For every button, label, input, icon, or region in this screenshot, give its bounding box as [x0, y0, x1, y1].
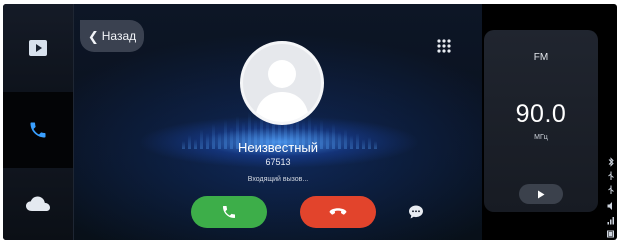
incoming-call-panel: ❮ Назад Неизвестный 67513 Входящий вызов…	[74, 4, 482, 240]
phone-icon	[30, 122, 46, 138]
nav-item-media[interactable]	[3, 4, 73, 92]
chevron-left-icon: ❮	[87, 28, 99, 44]
call-status: Входящий вызов...	[247, 176, 309, 183]
signal-icon	[607, 212, 615, 225]
usb-icon	[607, 168, 615, 180]
media-player-icon	[29, 40, 47, 56]
phone-answer-icon	[223, 206, 235, 218]
decline-call-button[interactable]	[300, 196, 376, 228]
fm-radio-widget[interactable]: FM 90.0 МГц	[484, 30, 598, 212]
radio-frequency-unit: МГц	[534, 134, 548, 141]
nav-item-phone[interactable]	[3, 92, 73, 168]
nav-item-cloud[interactable]	[3, 168, 73, 240]
play-icon	[538, 190, 545, 198]
nav-rail	[3, 4, 73, 240]
radio-play-button[interactable]	[519, 184, 563, 204]
usb-icon	[607, 182, 615, 194]
phone-hangup-icon	[329, 208, 347, 215]
volume-icon	[607, 198, 615, 210]
person-silhouette-icon	[255, 60, 309, 122]
caller-number: 67513	[265, 157, 291, 167]
status-icons	[606, 154, 616, 240]
infotainment-screen: ❮ Назад Неизвестный 67513 Входящий вызов…	[3, 4, 617, 240]
back-button[interactable]: ❮ Назад	[80, 20, 144, 52]
caller-name: Неизвестный	[237, 140, 319, 155]
battery-icon	[607, 226, 615, 238]
cloud-icon	[26, 196, 50, 211]
radio-band-label: FM	[533, 52, 549, 63]
back-button-label: Назад	[101, 29, 137, 43]
message-icon[interactable]	[408, 204, 424, 220]
dialpad-icon[interactable]	[436, 38, 452, 54]
radio-frequency: 90.0	[515, 100, 567, 128]
bluetooth-icon	[607, 154, 615, 167]
answer-call-button[interactable]	[191, 196, 267, 228]
caller-avatar	[240, 41, 324, 125]
